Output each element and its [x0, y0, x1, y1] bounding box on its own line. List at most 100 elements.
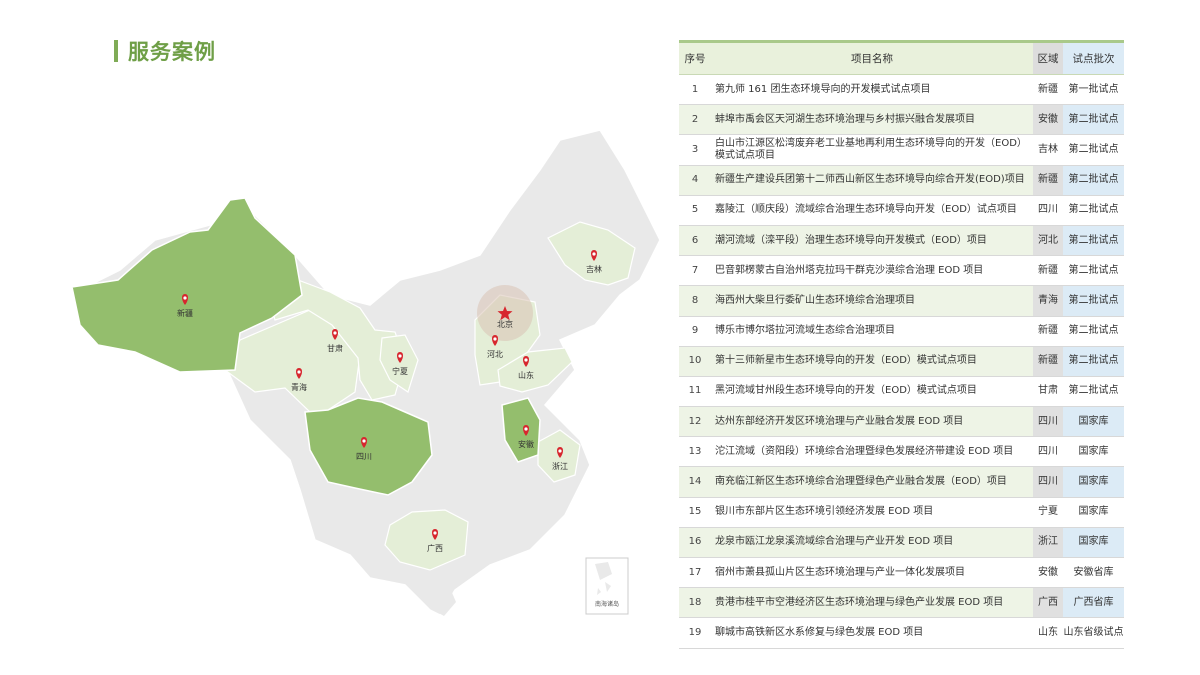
- map-label-sichuan: 四川: [356, 452, 372, 461]
- table-row: 12 达州东部经济开发区环境治理与产业融合发展 EOD 项目 四川 国家库: [679, 406, 1124, 438]
- location-pin-dot: [493, 337, 497, 341]
- cell-no: 11: [679, 376, 711, 408]
- cell-batch: 安徽省库: [1063, 557, 1124, 589]
- cell-batch: 国家库: [1063, 497, 1124, 528]
- cell-batch: 第二批试点: [1063, 376, 1124, 408]
- cell-batch: 第一批试点: [1063, 74, 1124, 106]
- cell-no: 5: [679, 195, 711, 226]
- cell-project-name: 巴音郭楞蒙古自治州塔克拉玛干群克沙漠综合治理 EOD 项目: [711, 255, 1033, 287]
- cell-project-name: 海西州大柴旦行委矿山生态环境综合治理项目: [711, 285, 1033, 317]
- cell-region: 青海: [1033, 285, 1063, 317]
- title-accent-bar: [114, 40, 118, 62]
- cell-project-name: 聊城市高铁新区水系修复与绿色发展 EOD 项目: [711, 617, 1033, 649]
- map-label-qinghai: 青海: [291, 382, 307, 392]
- cell-no: 12: [679, 406, 711, 438]
- cell-project-name: 潮河流域（滦平段）治理生态环境导向开发模式（EOD）项目: [711, 225, 1033, 257]
- cell-project-name: 达州东部经济开发区环境治理与产业融合发展 EOD 项目: [711, 406, 1033, 438]
- cell-no: 3: [679, 134, 711, 166]
- cell-region: 新疆: [1033, 74, 1063, 106]
- cell-no: 16: [679, 527, 711, 559]
- table-row: 2 蚌埠市禹会区天河湖生态环境治理与乡村振兴融合发展项目 安徽 第二批试点: [679, 104, 1124, 136]
- cell-no: 6: [679, 225, 711, 257]
- table-body: 1 第九师 161 团生态环境导向的开发模式试点项目 新疆 第一批试点 2 蚌埠市禹会区天…: [679, 74, 1124, 649]
- map-label-gansu: 甘肃: [327, 343, 343, 353]
- cell-no: 13: [679, 436, 711, 468]
- cell-no: 19: [679, 617, 711, 649]
- map-label-beijing: 北京: [497, 319, 513, 329]
- cell-project-name: 贵港市桂平市空港经济区生态环境治理与绿色产业发展 EOD 项目: [711, 587, 1033, 619]
- location-pin-dot: [333, 331, 337, 335]
- cell-project-name: 龙泉市瓯江龙泉溪流域综合治理与产业开发 EOD 项目: [711, 527, 1033, 559]
- cell-batch: 国家库: [1063, 466, 1124, 498]
- cell-project-name: 新疆生产建设兵团第十二师西山新区生态环境导向综合开发(EOD)项目: [711, 165, 1033, 196]
- cell-region: 山东: [1033, 617, 1063, 649]
- cell-project-name: 黑河流域甘州段生态环境导向的开发（EOD）模式试点项目: [711, 376, 1033, 408]
- location-pin-dot: [524, 427, 528, 431]
- cell-region: 广西: [1033, 587, 1063, 619]
- cell-project-name: 嘉陵江（顺庆段）流域综合治理生态环境导向开发（EOD）试点项目: [711, 195, 1033, 226]
- cell-region: 浙江: [1033, 527, 1063, 559]
- page-title-text: 服务案例: [128, 40, 216, 64]
- cell-batch: 国家库: [1063, 406, 1124, 438]
- cell-no: 8: [679, 285, 711, 317]
- header-no: 序号: [679, 41, 711, 75]
- table-row: 6 潮河流域（滦平段）治理生态环境导向开发模式（EOD）项目 河北 第二批试点: [679, 225, 1124, 257]
- cell-region: 新疆: [1033, 255, 1063, 287]
- cell-region: 四川: [1033, 466, 1063, 498]
- map-label-hebei: 河北: [487, 349, 503, 359]
- cell-region: 四川: [1033, 406, 1063, 438]
- cell-batch: 第二批试点: [1063, 285, 1124, 317]
- cell-batch: 第二批试点: [1063, 134, 1124, 166]
- location-pin-dot: [362, 439, 366, 443]
- page-title: 服务案例: [114, 36, 216, 66]
- location-pin-dot: [398, 354, 402, 358]
- table-row: 18 贵港市桂平市空港经济区生态环境治理与绿色产业发展 EOD 项目 广西 广西省库: [679, 587, 1124, 619]
- cell-region: 新疆: [1033, 316, 1063, 347]
- cell-region: 安徽: [1033, 557, 1063, 589]
- table-row: 16 龙泉市瓯江龙泉溪流域综合治理与产业开发 EOD 项目 浙江 国家库: [679, 527, 1124, 559]
- table-row: 11 黑河流域甘州段生态环境导向的开发（EOD）模式试点项目 甘肃 第二批试点: [679, 376, 1124, 408]
- cell-no: 10: [679, 346, 711, 377]
- table-row: 13 沱江流域（资阳段）环境综合治理暨绿色发展经济带建设 EOD 项目 四川 国家库: [679, 436, 1124, 468]
- cell-project-name: 第十三师新星市生态环境导向的开发（EOD）模式试点项目: [711, 346, 1033, 377]
- header-region: 区域: [1033, 41, 1063, 75]
- cell-project-name: 南充临江新区生态环境综合治理暨绿色产业融合发展（EOD）项目: [711, 466, 1033, 498]
- cell-region: 四川: [1033, 436, 1063, 468]
- cell-project-name: 博乐市博尔塔拉河流域生态综合治理项目: [711, 316, 1033, 347]
- table-row: 17 宿州市萧县孤山片区生态环境治理与产业一体化发展项目 安徽 安徽省库: [679, 557, 1124, 589]
- cell-batch: 国家库: [1063, 527, 1124, 559]
- cell-region: 吉林: [1033, 134, 1063, 166]
- table-row: 1 第九师 161 团生态环境导向的开发模式试点项目 新疆 第一批试点: [679, 74, 1124, 106]
- cell-batch: 第二批试点: [1063, 165, 1124, 196]
- service-cases-table: 序号 项目名称 区域 试点批次 1 第九师 161 团生态环境导向的开发模式试点项…: [679, 40, 1124, 649]
- table-row: 14 南充临江新区生态环境综合治理暨绿色产业融合发展（EOD）项目 四川 国家库: [679, 466, 1124, 498]
- cell-project-name: 宿州市萧县孤山片区生态环境治理与产业一体化发展项目: [711, 557, 1033, 589]
- cell-project-name: 银川市东部片区生态环境引领经济发展 EOD 项目: [711, 497, 1033, 528]
- cell-batch: 国家库: [1063, 436, 1124, 468]
- cell-region: 河北: [1033, 225, 1063, 257]
- cell-no: 15: [679, 497, 711, 528]
- map-label-jilin: 吉林: [586, 264, 602, 274]
- location-pin-dot: [524, 358, 528, 362]
- location-pin-dot: [558, 449, 562, 453]
- cell-region: 甘肃: [1033, 376, 1063, 408]
- cell-region: 宁夏: [1033, 497, 1063, 528]
- cell-batch: 广西省库: [1063, 587, 1124, 619]
- map-label-shandong: 山东: [518, 370, 534, 380]
- table-row: 4 新疆生产建设兵团第十二师西山新区生态环境导向综合开发(EOD)项目 新疆 第二批试…: [679, 165, 1124, 196]
- map-label-xinjiang: 新疆: [177, 308, 193, 318]
- location-pin-dot: [433, 531, 437, 535]
- cell-no: 18: [679, 587, 711, 619]
- map-label-zhejiang: 浙江: [552, 461, 568, 471]
- table-row: 3 白山市江源区松湾废弃老工业基地再利用生态环境导向的开发（EOD）模式试点项目吉…: [679, 134, 1124, 166]
- header-name: 项目名称: [711, 41, 1033, 75]
- map-label-ningxia: 宁夏: [392, 366, 408, 376]
- map-label-guangxi: 广西: [427, 543, 443, 553]
- cell-no: 7: [679, 255, 711, 287]
- location-pin-dot: [183, 296, 187, 300]
- table-row: 10 第十三师新星市生态环境导向的开发（EOD）模式试点项目 新疆 第二批试点: [679, 346, 1124, 377]
- location-pin-dot: [592, 252, 596, 256]
- cell-project-name: 蚌埠市禹会区天河湖生态环境治理与乡村振兴融合发展项目: [711, 104, 1033, 136]
- table-row: 7 巴音郭楞蒙古自治州塔克拉玛干群克沙漠综合治理 EOD 项目 新疆 第二批试点: [679, 255, 1124, 287]
- cell-no: 14: [679, 466, 711, 498]
